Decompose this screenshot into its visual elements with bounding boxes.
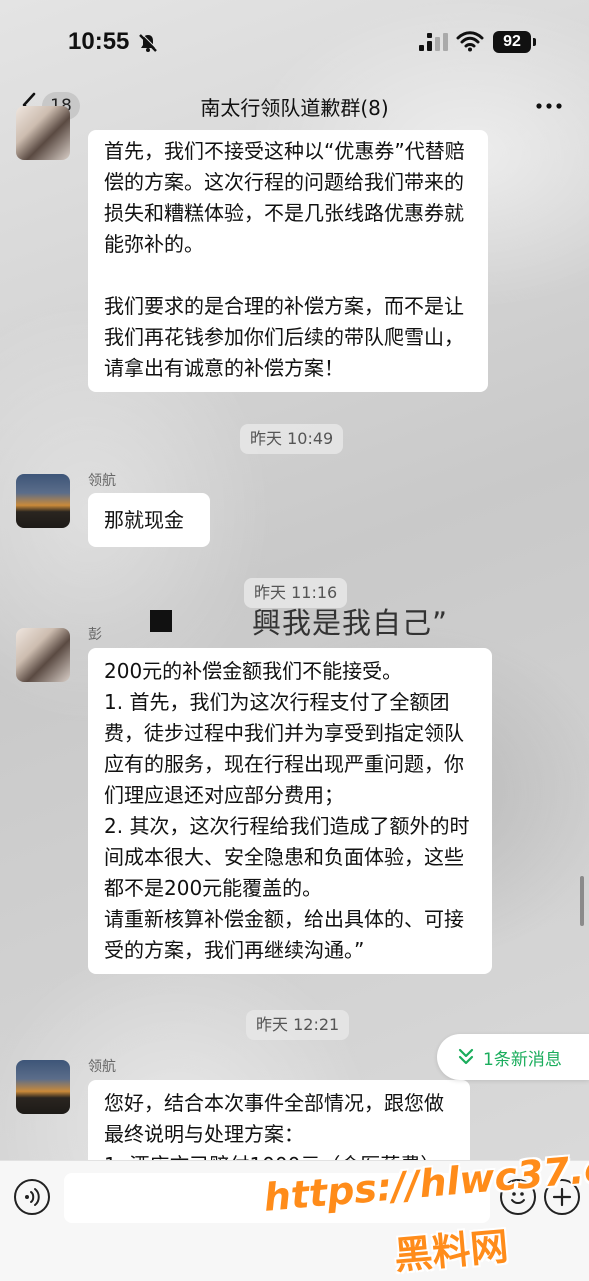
- watermark-name: 黑料网: [392, 1224, 511, 1278]
- scrollbar[interactable]: [580, 876, 584, 926]
- message-bubble[interactable]: 200元的补偿金额我们不能接受。 1. 首先，我们为这次行程支付了全额团费，徒步…: [88, 648, 492, 974]
- sender-name: 领航: [88, 473, 116, 489]
- voice-input-button[interactable]: [14, 1179, 50, 1215]
- sender-name: 领航: [88, 1059, 116, 1075]
- redaction-block: [150, 610, 172, 632]
- more-options-icon[interactable]: [536, 102, 562, 110]
- battery-tip: [533, 38, 536, 46]
- bell-muted-icon: [139, 33, 158, 52]
- avatar-linghang[interactable]: [16, 474, 70, 528]
- message-paragraph: 那就现金: [104, 508, 184, 532]
- overlay-text: 興我是我自己”: [252, 606, 449, 640]
- chat-title: 南太行领队道歉群(8): [200, 96, 389, 120]
- message-paragraph: 请重新核算补偿金额，给出具体的、可接受的方案，我们再继续沟通。”: [104, 907, 464, 962]
- message-timestamp: 昨天 12:21: [246, 1010, 350, 1040]
- status-bar: 10:55 92: [0, 0, 589, 88]
- avatar-peng[interactable]: [16, 106, 70, 160]
- message-paragraph: 1. 首先，我们为这次行程支付了全额团费，徒步过程中我们并为享受到指定领队应有的…: [104, 690, 464, 807]
- message-timestamp: 昨天 10:49: [240, 424, 344, 454]
- cellular-signal-icon: [419, 33, 448, 51]
- avatar-linghang[interactable]: [16, 1060, 70, 1114]
- message-paragraph: 我们要求的是合理的补偿方案，而不是让我们再花钱参加你们后续的带队爬雪山，请拿出有…: [104, 294, 464, 380]
- new-messages-button[interactable]: 1条新消息: [437, 1034, 589, 1080]
- message-bubble[interactable]: 那就现金: [88, 493, 210, 547]
- blurred-quote-overlay: 興我是我自己”: [96, 600, 476, 644]
- message-paragraph: 您好，结合本次事件全部情况，跟您做最终说明与处理方案：: [104, 1091, 444, 1146]
- battery-indicator: 92: [493, 31, 531, 53]
- wifi-icon: [456, 31, 484, 52]
- message-paragraph: 200元的补偿金额我们不能接受。: [104, 659, 403, 683]
- message-paragraph: 首先，我们不接受这种以“优惠券”代替赔偿的方案。这次行程的问题给我们带来的损失和…: [104, 139, 465, 256]
- message-bubble[interactable]: 首先，我们不接受这种以“优惠券”代替赔偿的方案。这次行程的问题给我们带来的损失和…: [88, 130, 488, 392]
- message-paragraph: 2. 其次，这次行程给我们造成了额外的时间成本很大、安全隐患和负面体验，这些都不…: [104, 814, 470, 900]
- voice-icon: [25, 1188, 40, 1206]
- double-chevron-down-icon: [458, 1048, 474, 1065]
- new-messages-label: 1条新消息: [483, 1050, 562, 1070]
- status-time: 10:55: [68, 28, 130, 55]
- avatar-peng[interactable]: [16, 628, 70, 682]
- chat-header: 18 南太行领队道歉群(8): [0, 82, 589, 128]
